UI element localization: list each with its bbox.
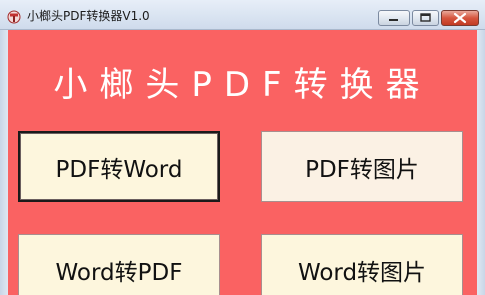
window-title: 小榔头PDF转换器V1.0: [27, 9, 150, 23]
minimize-icon: [389, 19, 398, 21]
window-frame-left: [0, 30, 8, 295]
word-to-image-button[interactable]: Word转图片: [261, 234, 463, 295]
close-icon: [453, 12, 467, 24]
hammer-logo-icon: [7, 9, 21, 24]
maximize-button[interactable]: [412, 10, 439, 26]
close-button[interactable]: [441, 10, 479, 26]
main-panel: 小榔头PDF转换器 PDF转Word PDF转图片 Word转PDF Word转…: [8, 30, 477, 295]
word-to-pdf-button[interactable]: Word转PDF: [18, 234, 220, 295]
app-window: 小榔头PDF转换器V1.0 小榔头PDF转换器 PDF转Word PDF转图片 …: [0, 0, 485, 295]
minimize-button[interactable]: [378, 10, 410, 26]
maximize-icon: [420, 13, 431, 22]
window-frame-right: [477, 30, 485, 295]
title-bar[interactable]: 小榔头PDF转换器V1.0: [0, 0, 485, 30]
app-heading: 小榔头PDF转换器: [53, 65, 432, 105]
pdf-to-word-button[interactable]: PDF转Word: [18, 131, 220, 202]
pdf-to-image-button[interactable]: PDF转图片: [261, 131, 463, 202]
